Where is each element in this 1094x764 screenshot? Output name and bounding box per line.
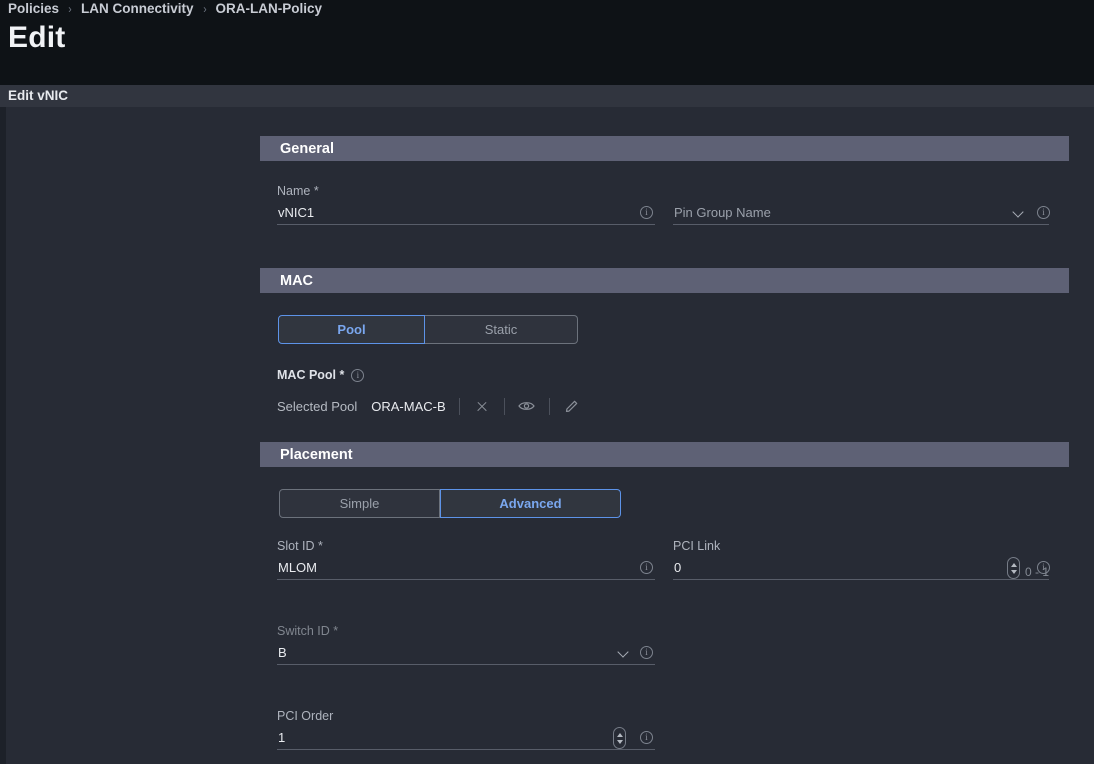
divider [458,397,460,415]
section-header-placement: Placement [260,442,1069,467]
field-label-pci-link: PCI Link [673,539,721,553]
info-icon[interactable]: i [351,368,365,382]
pci-link-stepper[interactable] [1007,557,1020,579]
placement-mode-toggle: Simple Advanced [279,489,621,518]
top-header: Policies › LAN Connectivity › ORA-LAN-Po… [0,0,1094,85]
section-header-mac: MAC [260,268,1069,293]
selected-pool-row: Selected Pool ORA-MAC-B [277,396,581,416]
view-icon[interactable] [518,397,536,415]
sub-header-title: Edit vNIC [8,88,69,103]
field-mac-pool: MAC Pool * i [277,367,365,383]
pci-link-range-hint: 0 - 1 [1024,565,1049,579]
pci-order-value: 1 [278,730,286,745]
field-pin-group-name: Pin Group Name i [673,184,1050,225]
info-icon[interactable]: i [1037,206,1050,219]
section-header-general: General [260,136,1069,161]
field-switch-id: Switch ID * B i [277,624,655,665]
divider [548,397,550,415]
field-label-name: Name * [277,184,319,198]
breadcrumb-item-ora-lan-policy[interactable]: ORA-LAN-Policy [216,1,323,16]
selected-pool-label: Selected Pool [277,398,358,414]
pci-order-stepper[interactable] [613,727,626,749]
edit-icon[interactable] [563,397,581,415]
mac-toggle-static[interactable]: Static [425,315,578,344]
field-label-switch-id: Switch ID * [277,624,339,638]
mac-toggle-pool[interactable]: Pool [278,315,425,344]
clear-icon[interactable] [473,397,491,415]
switch-id-value: B [278,645,287,660]
pci-link-value: 0 [674,560,682,575]
left-rail [0,107,6,764]
selected-pool-value: ORA-MAC-B [371,398,446,414]
field-label-pci-order: PCI Order [277,709,334,723]
breadcrumb: Policies › LAN Connectivity › ORA-LAN-Po… [8,1,322,16]
section-title-general: General [280,140,334,157]
pci-link-input[interactable]: 0 i [673,557,1050,580]
info-icon[interactable]: i [640,561,653,574]
edit-vnic-page: Policies › LAN Connectivity › ORA-LAN-Po… [0,0,1094,764]
slot-id-input[interactable]: MLOM i [277,558,655,580]
breadcrumb-separator-icon: › [202,1,207,16]
breadcrumb-item-policies[interactable]: Policies [8,1,59,16]
divider [503,397,505,415]
pin-group-name-select[interactable]: Pin Group Name i [673,203,1050,225]
section-title-mac: MAC [280,272,314,289]
pin-group-name-value: Pin Group Name [674,205,771,220]
name-input-value: vNIC1 [278,205,315,220]
info-icon[interactable]: i [640,206,653,219]
page-title: Edit [8,21,66,54]
switch-id-select[interactable]: B i [277,643,655,665]
chevron-down-icon[interactable] [618,647,630,659]
section-title-placement: Placement [280,446,353,463]
slot-id-value: MLOM [278,560,317,575]
field-pci-order: PCI Order 1 i [277,709,655,750]
field-label-mac-pool: MAC Pool * [277,368,345,382]
field-label-slot-id: Slot ID * [277,539,323,553]
breadcrumb-item-lan-connectivity[interactable]: LAN Connectivity [81,1,194,16]
pci-order-input[interactable]: 1 i [277,727,655,750]
info-icon[interactable]: i [640,646,653,659]
placement-toggle-simple[interactable]: Simple [279,489,440,518]
sub-header-bar [0,85,1094,107]
placement-toggle-advanced[interactable]: Advanced [440,489,621,518]
chevron-down-icon[interactable] [1013,207,1025,219]
field-name: Name * vNIC1 i [277,184,655,225]
field-pci-link: PCI Link 0 i 0 - 1 [673,539,1050,580]
name-input[interactable]: vNIC1 i [277,203,655,225]
mac-type-toggle: Pool Static [278,315,578,344]
breadcrumb-separator-icon: › [68,1,72,16]
info-icon[interactable]: i [640,731,653,744]
field-slot-id: Slot ID * MLOM i [277,539,655,580]
